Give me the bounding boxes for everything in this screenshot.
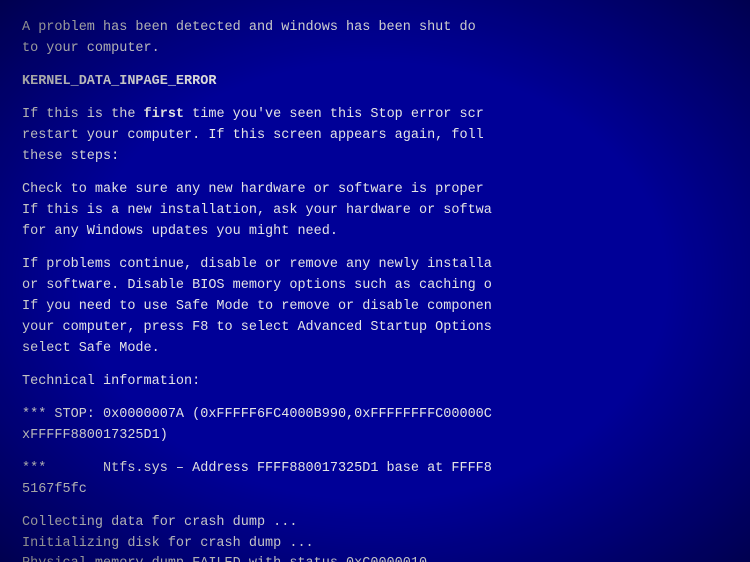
tech-info-header: Technical information: [22,372,728,393]
continue-line2: or software. Disable BIOS memory options… [22,276,728,297]
stop-code-line1: *** STOP: 0x0000007A (0xFFFFF6FC4000B990… [22,405,728,426]
header-line1: A problem has been detected and windows … [22,18,728,39]
dump-line2: Initializing disk for crash dump ... [22,534,728,555]
error-code: KERNEL_DATA_INPAGE_ERROR [22,72,728,93]
ntfs-line2: 5167f5fc [22,480,728,501]
continue-line1: If problems continue, disable or remove … [22,255,728,276]
continue-line3: If you need to use Safe Mode to remove o… [22,297,728,318]
continue-line4: your computer, press F8 to select Advanc… [22,318,728,339]
info-line2: restart your computer. If this screen ap… [22,126,728,147]
continue-line5: select Safe Mode. [22,339,728,360]
stop-code-line2: xFFFFF880017325D1) [22,426,728,447]
bsod-screen: A problem has been detected and windows … [0,0,750,562]
dump-line1: Collecting data for crash dump ... [22,513,728,534]
check-line3: for any Windows updates you might need. [22,222,728,243]
ntfs-line1: *** Ntfs.sys – Address FFFF880017325D1 b… [22,459,728,480]
header-line2: to your computer. [22,39,728,60]
info-line3: these steps: [22,147,728,168]
check-line1: Check to make sure any new hardware or s… [22,180,728,201]
dump-line3: Physical memory dump FAILED with status … [22,554,728,562]
info-line1: If this is the first time you've seen th… [22,105,728,126]
check-line2: If this is a new installation, ask your … [22,201,728,222]
